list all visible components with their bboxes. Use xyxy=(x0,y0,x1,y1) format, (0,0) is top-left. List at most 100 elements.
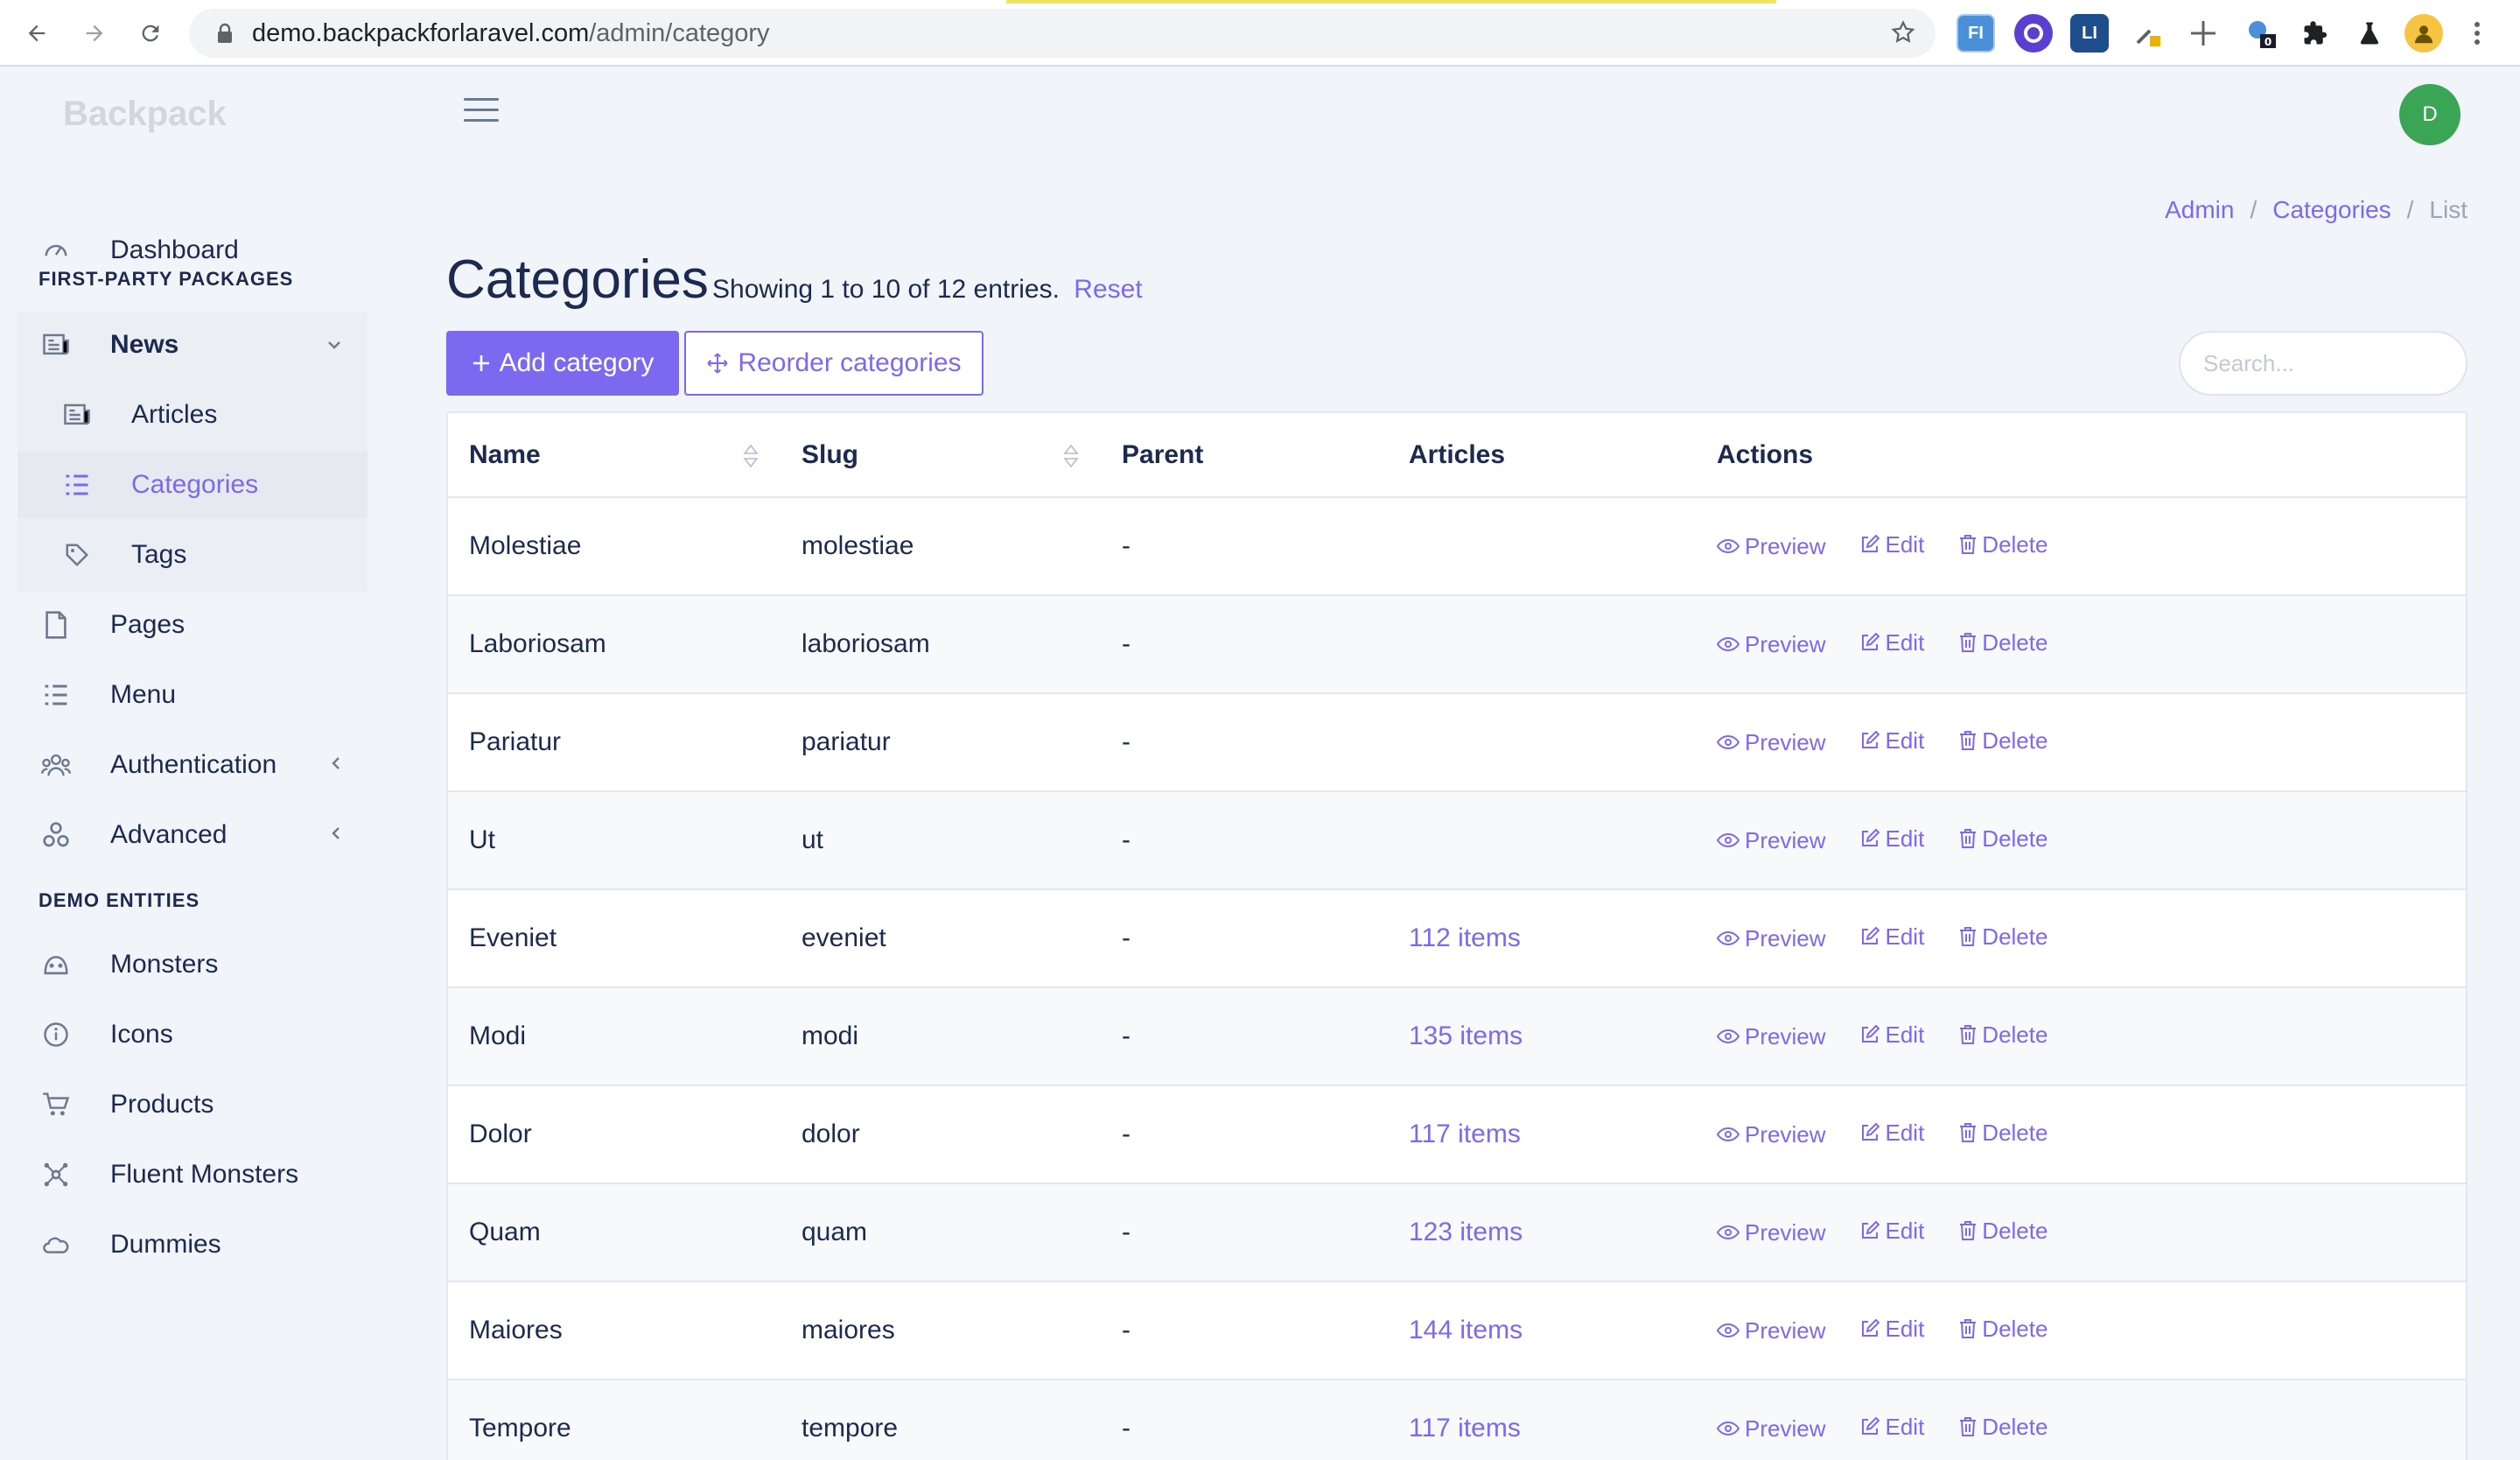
delete-button[interactable]: Delete xyxy=(1959,1316,2048,1343)
sidebar-item-tags[interactable]: Tags xyxy=(18,522,368,588)
preview-button[interactable]: Preview xyxy=(1717,925,1825,952)
articles-items-link[interactable]: 117 items xyxy=(1409,1414,1521,1442)
edit-label: Edit xyxy=(1885,726,1925,754)
column-header-label: Name xyxy=(469,439,541,469)
sort-icon[interactable] xyxy=(1062,441,1080,471)
delete-button[interactable]: Delete xyxy=(1959,1218,2048,1245)
preview-button[interactable]: Preview xyxy=(1717,729,1825,756)
cell-actions: Preview Edit Delete xyxy=(1696,987,2466,1086)
preview-button[interactable]: Preview xyxy=(1717,827,1825,854)
sidebar-item-fluent-monsters[interactable]: Fluent Monsters xyxy=(18,1141,368,1208)
preview-button[interactable]: Preview xyxy=(1717,1219,1825,1246)
ruler-extension-icon[interactable] xyxy=(2184,14,2222,53)
edit-icon xyxy=(1862,1123,1880,1141)
cell-slug: quam xyxy=(780,1183,1101,1282)
edit-button[interactable]: Edit xyxy=(1860,1021,1924,1049)
edit-button[interactable]: Edit xyxy=(1860,923,1924,951)
delete-button[interactable]: Delete xyxy=(1959,1021,2048,1049)
tag-icon xyxy=(60,537,94,572)
sidebar: Backpack Dashboard FIRST-PARTY PACKAGES … xyxy=(0,68,385,1460)
cogs-icon xyxy=(38,818,74,853)
fi-extension-icon[interactable]: FI xyxy=(1956,14,1995,53)
cell-parent: - xyxy=(1101,595,1388,694)
lock-icon xyxy=(215,21,234,46)
cell-parent: - xyxy=(1101,497,1388,596)
edit-button[interactable]: Edit xyxy=(1860,531,1924,558)
articles-items-link[interactable]: 135 items xyxy=(1409,1021,1522,1050)
edit-button[interactable]: Edit xyxy=(1860,629,1924,656)
edit-button[interactable]: Edit xyxy=(1860,825,1924,853)
sidebar-item-dummies[interactable]: Dummies xyxy=(18,1211,368,1278)
sidebar-item-icons[interactable]: Icons xyxy=(18,1001,368,1068)
preview-button[interactable]: Preview xyxy=(1717,1415,1825,1442)
delete-button[interactable]: Delete xyxy=(1959,1120,2048,1147)
li-extension-icon[interactable]: LI xyxy=(2070,14,2109,53)
delete-button[interactable]: Delete xyxy=(1959,825,2048,853)
sidebar-toggle-hamburger-icon[interactable] xyxy=(464,98,499,124)
color-picker-extension-icon[interactable] xyxy=(2014,14,2053,53)
preview-button[interactable]: Preview xyxy=(1717,1317,1825,1344)
preview-button[interactable]: Preview xyxy=(1717,1023,1825,1050)
cell-slug: tempore xyxy=(780,1379,1101,1460)
sidebar-item-monsters[interactable]: Monsters xyxy=(18,931,368,998)
articles-items-link[interactable]: 112 items xyxy=(1409,923,1521,952)
address-bar[interactable]: demo.backpackforlaravel.com/admin/catego… xyxy=(189,9,1936,58)
articles-items-link[interactable]: 123 items xyxy=(1409,1218,1522,1246)
sidebar-item-pages[interactable]: Pages xyxy=(18,592,368,658)
preview-button[interactable]: Preview xyxy=(1717,631,1825,658)
delete-button[interactable]: Delete xyxy=(1959,1414,2048,1441)
reorder-categories-button[interactable]: Reorder categories xyxy=(684,331,984,396)
puzzle-extension-icon[interactable] xyxy=(2296,14,2334,53)
sidebar-item-label: Tags xyxy=(131,540,187,569)
edit-button[interactable]: Edit xyxy=(1860,1218,1924,1245)
eyedropper-extension-icon[interactable] xyxy=(2128,14,2166,53)
delete-button[interactable]: Delete xyxy=(1959,531,2048,558)
reload-icon[interactable] xyxy=(133,16,168,51)
edit-button[interactable]: Edit xyxy=(1860,1120,1924,1147)
sidebar-item-label: Icons xyxy=(110,1020,173,1049)
delete-button[interactable]: Delete xyxy=(1959,923,2048,951)
sidebar-item-menu[interactable]: Menu xyxy=(18,662,368,728)
sidebar-item-label: Menu xyxy=(110,680,177,709)
sidebar-item-products[interactable]: Products xyxy=(18,1071,368,1138)
badge-extension-icon[interactable]: 0 xyxy=(2242,14,2280,53)
edit-button[interactable]: Edit xyxy=(1860,1316,1924,1343)
forward-icon[interactable] xyxy=(77,16,112,51)
column-header-label: Slug xyxy=(802,439,858,469)
edit-button[interactable]: Edit xyxy=(1860,1414,1924,1441)
sidebar-item-authentication[interactable]: Authentication xyxy=(18,732,368,798)
flask-extension-icon[interactable] xyxy=(2350,14,2389,53)
sidebar-item-articles[interactable]: Articles xyxy=(18,382,368,448)
delete-button[interactable]: Delete xyxy=(1959,629,2048,656)
sort-icon[interactable] xyxy=(742,441,760,471)
add-category-label: Add category xyxy=(499,348,654,377)
sidebar-item-advanced[interactable]: Advanced xyxy=(18,802,368,868)
profile-avatar-icon[interactable] xyxy=(2404,14,2443,53)
delete-button[interactable]: Delete xyxy=(1959,727,2048,755)
add-category-button[interactable]: Add category xyxy=(446,331,679,396)
back-icon[interactable] xyxy=(19,16,54,51)
search-input[interactable] xyxy=(2179,331,2468,396)
edit-icon xyxy=(1862,1319,1880,1337)
sidebar-item-label: Articles xyxy=(131,400,218,429)
articles-items-link[interactable]: 144 items xyxy=(1409,1316,1522,1344)
preview-button[interactable]: Preview xyxy=(1717,1121,1825,1148)
browser-menu-icon[interactable] xyxy=(2464,14,2490,53)
sidebar-item-categories[interactable]: Categories xyxy=(18,452,368,518)
column-header-name[interactable]: Name xyxy=(448,413,780,498)
brand-logo[interactable]: Backpack xyxy=(63,95,227,134)
sidebar-item-news[interactable]: News xyxy=(18,312,368,378)
bookmark-star-icon[interactable] xyxy=(1890,19,1916,50)
preview-button[interactable]: Preview xyxy=(1717,533,1825,560)
reset-link[interactable]: Reset xyxy=(1074,275,1142,304)
preview-label: Preview xyxy=(1745,728,1826,755)
edit-button[interactable]: Edit xyxy=(1860,727,1924,755)
breadcrumb-categories[interactable]: Categories xyxy=(2272,196,2390,224)
user-avatar[interactable]: D xyxy=(2399,84,2460,145)
column-header-slug[interactable]: Slug xyxy=(780,413,1101,498)
newspaper-icon xyxy=(60,397,94,432)
breadcrumb-admin[interactable]: Admin xyxy=(2165,196,2234,224)
cell-parent: - xyxy=(1101,889,1388,988)
browser-toolbar: demo.backpackforlaravel.com/admin/catego… xyxy=(0,0,2520,67)
articles-items-link[interactable]: 117 items xyxy=(1409,1120,1521,1148)
